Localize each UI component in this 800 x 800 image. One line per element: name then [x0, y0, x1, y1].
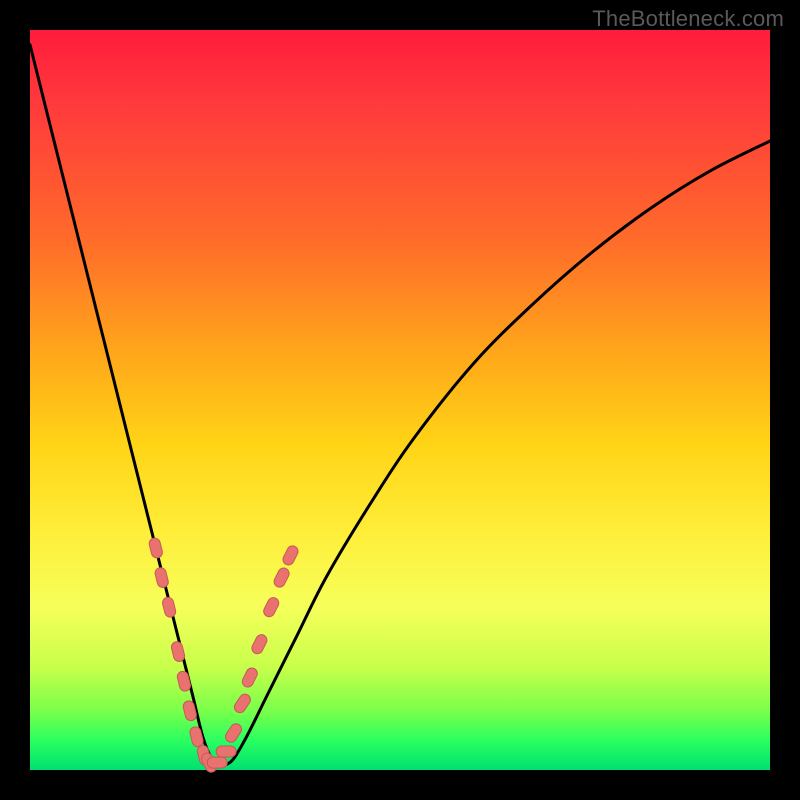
data-marker	[223, 722, 243, 745]
data-marker	[176, 670, 192, 692]
plot-area	[30, 30, 770, 770]
bottleneck-curve	[30, 45, 770, 766]
data-marker	[281, 544, 300, 567]
watermark-text: TheBottleneck.com	[592, 6, 784, 32]
data-marker	[154, 567, 170, 589]
data-marker	[148, 537, 164, 559]
data-marker	[216, 746, 236, 757]
data-marker	[161, 596, 177, 618]
data-marker	[262, 596, 281, 619]
data-marker	[272, 566, 291, 589]
chart-svg	[30, 30, 770, 770]
data-marker	[170, 641, 186, 663]
data-marker	[232, 692, 252, 715]
chart-frame: TheBottleneck.com	[0, 0, 800, 800]
data-marker	[250, 633, 269, 656]
data-marker	[207, 757, 227, 768]
data-markers	[148, 537, 300, 774]
data-marker	[240, 666, 259, 689]
